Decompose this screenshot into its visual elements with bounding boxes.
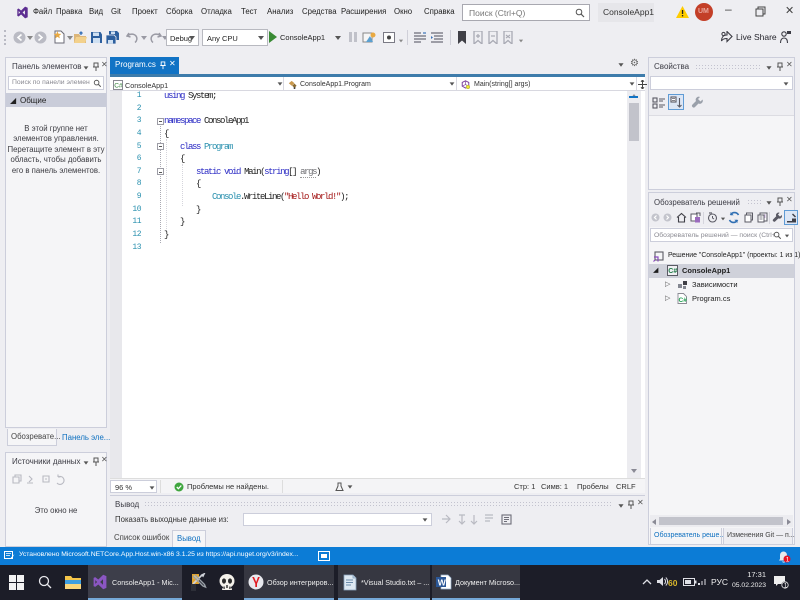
- svg-text:C#: C#: [114, 82, 123, 89]
- svg-text:C#: C#: [668, 268, 677, 275]
- svg-text:W: W: [438, 578, 447, 588]
- svg-text:C#: C#: [679, 297, 688, 304]
- svg-text:1: 1: [786, 556, 790, 563]
- svg-text:1: 1: [784, 583, 788, 590]
